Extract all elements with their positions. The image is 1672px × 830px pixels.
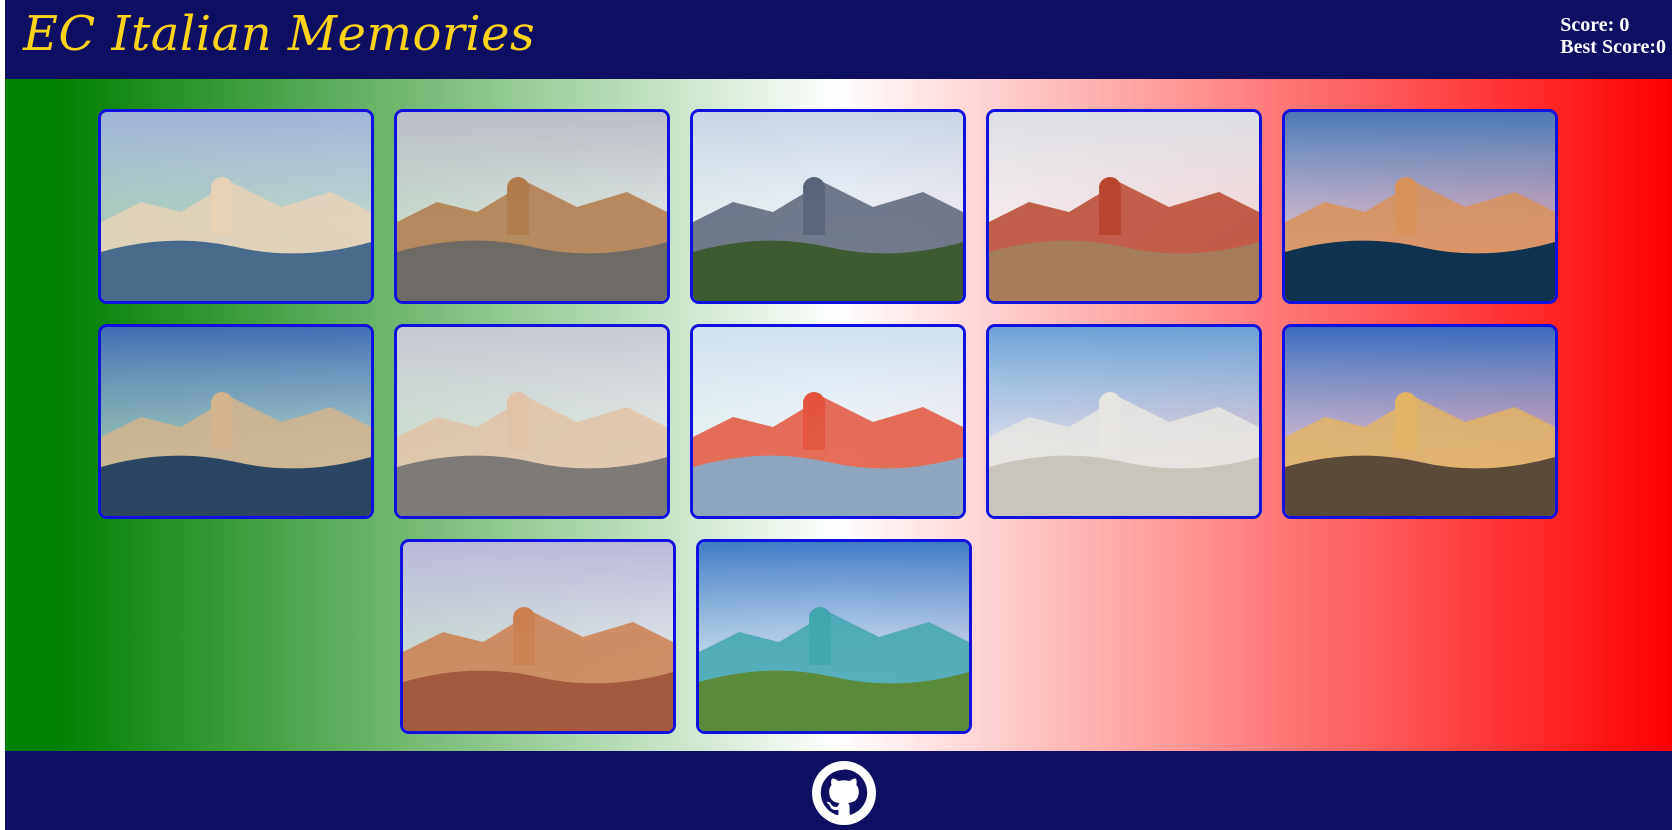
memory-card-alberobello[interactable] — [986, 324, 1262, 519]
card-photo — [989, 112, 1259, 301]
memory-card-venice[interactable] — [98, 109, 374, 304]
card-photo — [397, 327, 667, 516]
card-photo — [101, 327, 371, 516]
best-score-label: Best Score:0 — [1560, 36, 1666, 58]
memory-card-milan[interactable] — [394, 324, 670, 519]
card-photo — [397, 112, 667, 301]
card-row-3 — [98, 539, 1274, 734]
memory-card-lugano[interactable] — [696, 539, 972, 734]
top-bar: EC Italian Memories Score: 0 Best Score:… — [5, 0, 1672, 79]
app: EC Italian Memories Score: 0 Best Score:… — [5, 0, 1672, 830]
memory-card-colosseum[interactable] — [394, 109, 670, 304]
game-board — [5, 79, 1672, 751]
score-panel: Score: 0 Best Score:0 — [1560, 14, 1666, 58]
card-photo — [1285, 327, 1555, 516]
card-photo — [1285, 112, 1555, 301]
card-photo — [699, 542, 969, 731]
memory-card-bologna[interactable] — [400, 539, 676, 734]
memory-card-florence[interactable] — [986, 109, 1262, 304]
score-label: Score: 0 — [1560, 14, 1630, 36]
card-photo — [693, 112, 963, 301]
card-photo — [403, 542, 673, 731]
github-icon[interactable] — [812, 761, 876, 825]
footer-bar — [5, 751, 1672, 830]
memory-card-cinque-terre[interactable] — [1282, 109, 1558, 304]
card-row-1 — [98, 109, 1582, 304]
memory-card-houses[interactable] — [690, 324, 966, 519]
card-photo — [989, 327, 1259, 516]
card-grid — [98, 109, 1582, 754]
card-photo — [693, 327, 963, 516]
memory-card-naples[interactable] — [690, 109, 966, 304]
memory-card-bari[interactable] — [98, 324, 374, 519]
memory-card-catania[interactable] — [1282, 324, 1558, 519]
card-photo — [101, 112, 371, 301]
card-row-2 — [98, 324, 1582, 519]
app-title: EC Italian Memories — [23, 6, 536, 62]
